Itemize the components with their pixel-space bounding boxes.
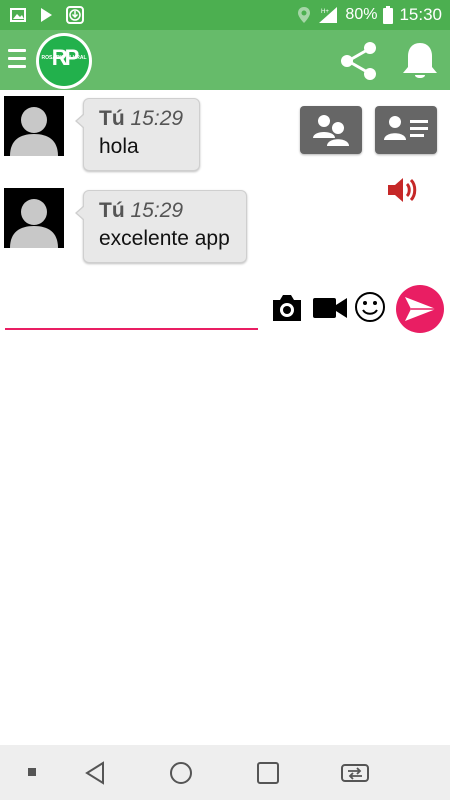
back-icon[interactable] — [84, 761, 106, 785]
status-bar: H+ 80% 15:30 — [0, 0, 450, 30]
play-icon — [41, 8, 52, 22]
menu-icon[interactable] — [8, 49, 26, 71]
signal-icon: H+ — [319, 7, 338, 23]
message-sender: Tú — [99, 107, 125, 130]
contact-card-button[interactable] — [375, 106, 437, 154]
switch-app-icon[interactable] — [340, 761, 370, 785]
group-icon — [313, 115, 349, 146]
avatar — [4, 188, 64, 248]
svg-text:H+: H+ — [321, 9, 329, 15]
download-icon — [66, 6, 84, 24]
bell-icon[interactable] — [400, 40, 440, 82]
share-icon[interactable] — [336, 38, 382, 84]
speaker-icon[interactable] — [386, 175, 418, 205]
menu-dot-icon[interactable] — [28, 768, 36, 776]
message-sender: Tú — [99, 199, 125, 222]
message-bubble: Tú 15:29 hola — [74, 98, 201, 171]
location-icon — [298, 7, 311, 23]
group-button[interactable] — [300, 106, 362, 154]
status-time: 15:30 — [399, 5, 442, 24]
user-silhouette-icon — [10, 199, 58, 248]
contact-card-icon — [384, 116, 428, 140]
app-bar: RP ROSARIO PLURAL — [0, 30, 450, 90]
input-underline — [5, 328, 258, 330]
battery-icon — [383, 6, 394, 24]
navigation-bar — [0, 745, 450, 800]
video-icon[interactable] — [312, 295, 348, 321]
message-text: excelente app — [99, 227, 230, 250]
message-time: 15:29 — [130, 199, 184, 222]
message-bubble: Tú 15:29 excelente app — [75, 190, 247, 263]
camera-icon[interactable] — [270, 292, 304, 324]
battery-percent: 80% — [345, 6, 378, 23]
user-silhouette-icon — [10, 107, 58, 156]
recents-icon[interactable] — [256, 761, 280, 785]
message-time: 15:29 — [130, 107, 184, 130]
image-icon — [10, 8, 26, 22]
avatar — [4, 96, 64, 156]
home-icon[interactable] — [169, 761, 193, 785]
send-button[interactable] — [396, 285, 444, 333]
message-text: hola — [99, 135, 139, 158]
emoji-icon[interactable] — [354, 291, 386, 323]
send-icon — [405, 297, 436, 321]
message-input[interactable] — [5, 296, 262, 328]
logo-subtext: ROSARIO PLURAL — [41, 55, 87, 61]
app-logo[interactable]: RP ROSARIO PLURAL — [36, 33, 92, 89]
